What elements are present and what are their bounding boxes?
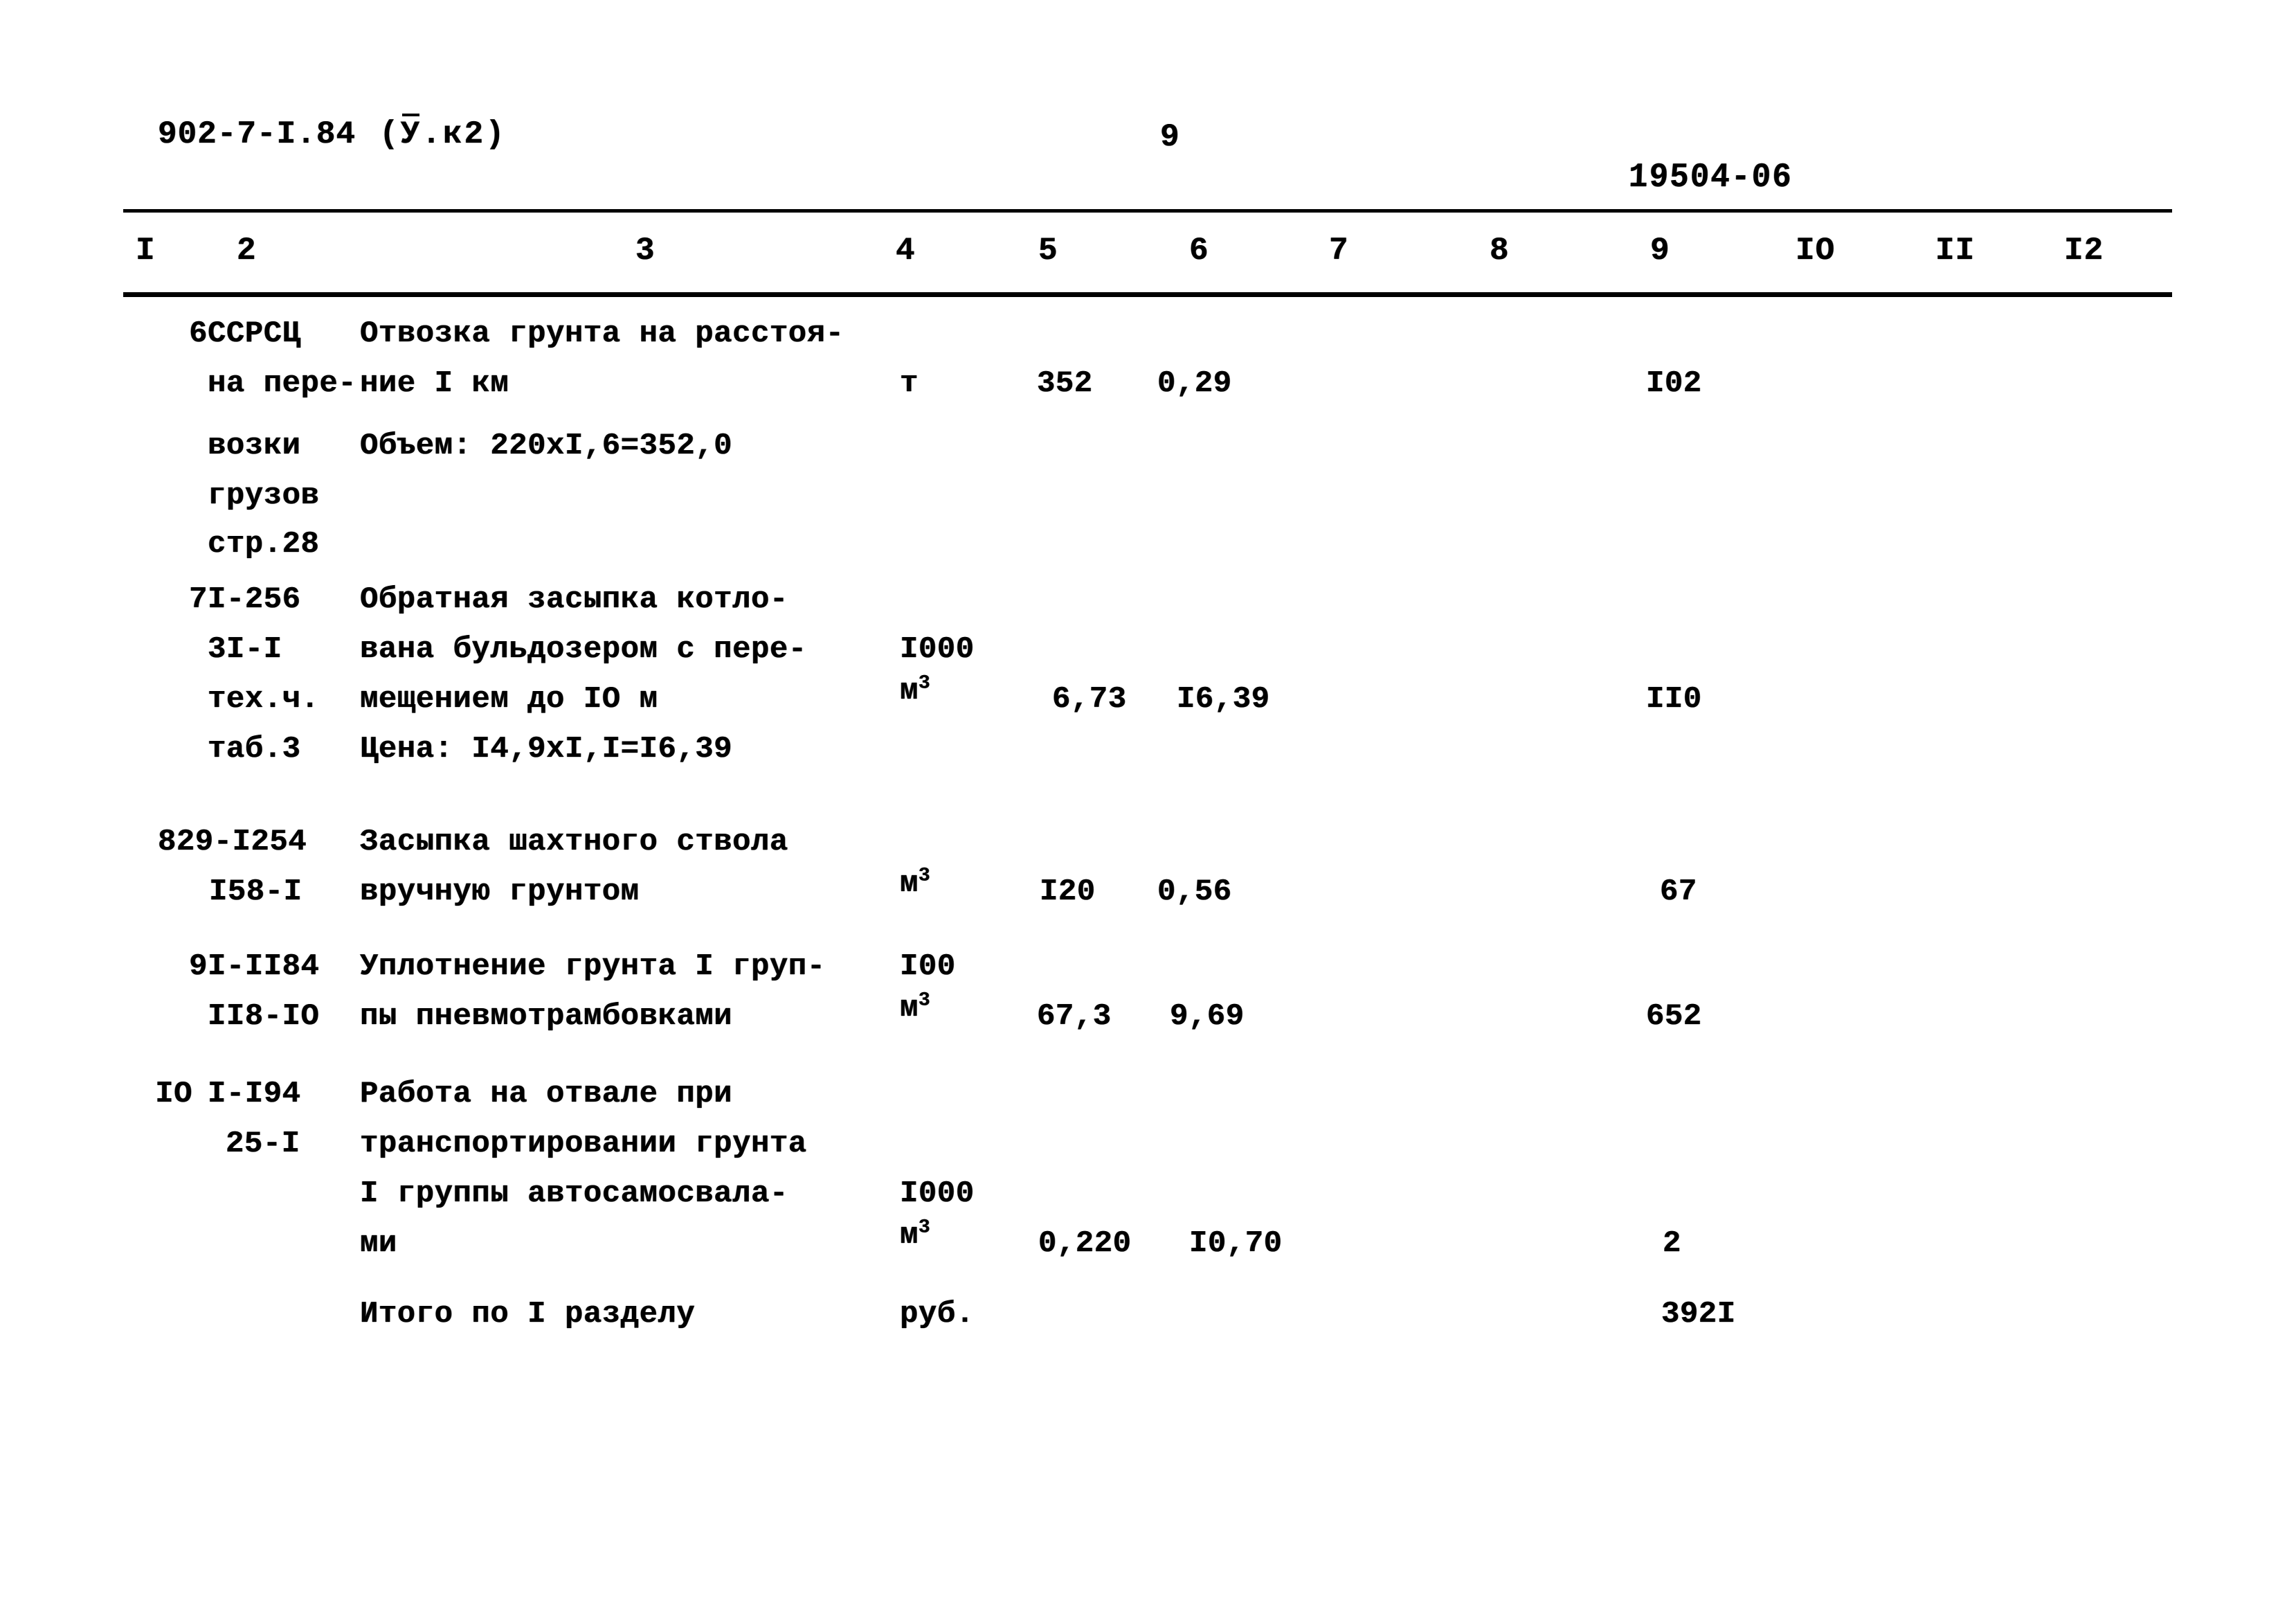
row-position: 9 <box>189 949 208 984</box>
page-number: 9 <box>1160 119 1179 155</box>
column-header-1: I <box>136 233 156 269</box>
row-description-line: I группы автосамосвала- <box>360 1176 788 1211</box>
row-unit-price: 9,69 <box>1170 999 1245 1034</box>
document-code-text: 902-7-I.84 <box>158 116 356 152</box>
column-header-11: II <box>1935 233 1976 269</box>
table-row: 9 <box>132 942 208 992</box>
column-header-5: 5 <box>1038 233 1058 269</box>
row-unit-price: 0,29 <box>1157 366 1232 401</box>
column-header-2: 2 <box>237 233 257 269</box>
table-top-rule <box>123 209 2172 213</box>
row-description-line: Засыпка шахтного ствола <box>360 825 788 859</box>
row-quantity: 67,3 <box>1037 999 1112 1034</box>
row-total-cost: 67 <box>1660 875 1697 909</box>
row-code-line: тех.ч. <box>208 682 320 717</box>
column-header-7: 7 <box>1329 233 1349 269</box>
row-total-cost: II0 <box>1646 682 1702 717</box>
cubic-exponent: 3 <box>918 865 931 887</box>
row-unit-price: 0,56 <box>1157 875 1232 909</box>
section-total-label: Итого по I разделу <box>360 1297 696 1331</box>
row-quantity: 0,220 <box>1038 1226 1132 1261</box>
row-code-line: II8-IO <box>208 999 320 1034</box>
row-description-line: транспортировании грунта <box>360 1127 807 1161</box>
row-code-line: 829-I254 <box>158 825 307 859</box>
column-header-9: 9 <box>1650 233 1670 269</box>
row-code-line: таб.3 <box>208 732 301 766</box>
row-code-line: I-I94 <box>208 1077 301 1111</box>
row-description-line: вручную грунтом <box>360 875 640 909</box>
row-unit-measure: м3 <box>900 865 931 901</box>
row-unit-price: I6,39 <box>1177 682 1270 717</box>
row-code-line: 3I-I <box>208 632 282 667</box>
row-quantity: 6,73 <box>1052 682 1127 717</box>
row-total-cost: 2 <box>1663 1226 1681 1261</box>
row-quantity: 352 <box>1037 366 1093 401</box>
cubic-exponent: 3 <box>918 1217 931 1239</box>
row-unit-measure: м3 <box>900 672 931 708</box>
variant-rest: .к2) <box>422 116 507 152</box>
row-code-line: стр.28 <box>208 527 320 562</box>
row-position: 6 <box>189 316 208 351</box>
table-row: 7 <box>132 575 208 625</box>
row-code-line: грузов <box>208 478 320 513</box>
row-code-line: на пере- <box>208 366 357 401</box>
cubic-exponent: 3 <box>918 672 931 694</box>
column-header-10: IO <box>1796 233 1836 269</box>
column-header-4: 4 <box>896 233 916 269</box>
row-code-line: I-256 <box>208 582 301 617</box>
row-description-line: мещением до IO м <box>360 682 658 717</box>
row-description-line: Работа на отвале при <box>360 1077 733 1111</box>
column-header-3: 3 <box>635 233 656 269</box>
row-description-line: Отвозка грунта на расстоя- <box>360 316 844 351</box>
row-description-line: Обратная засыпка котло- <box>360 582 788 617</box>
row-total-cost: I02 <box>1646 366 1702 401</box>
table-header-rule <box>123 292 2172 297</box>
section-total-cost: 392I <box>1661 1297 1736 1331</box>
column-header-8: 8 <box>1490 233 1510 269</box>
row-description-line: Цена: I4,9xI,I=I6,39 <box>360 732 733 766</box>
row-total-cost: 652 <box>1646 999 1702 1034</box>
row-code-line: возки <box>208 429 301 463</box>
row-unit: т <box>900 366 919 401</box>
variant-letter: У <box>400 114 422 152</box>
cubic-exponent: 3 <box>918 989 931 1012</box>
archive-stamp-number: 19504-06 <box>1628 157 1793 197</box>
row-description-line: пы пневмотрамбовками <box>360 999 733 1034</box>
column-header-12: I2 <box>2064 233 2104 269</box>
table-row: IO <box>116 1069 192 1119</box>
row-description-line: Уплотнение грунта I груп- <box>360 949 826 984</box>
document-page: 902-7-I.84 (У.к2) 9 19504-06 I 2 3 4 5 6 … <box>0 0 2296 1605</box>
row-code-line: I-II84 <box>208 949 320 984</box>
row-unit-measure: м3 <box>900 989 931 1025</box>
row-position: 7 <box>189 582 208 617</box>
document-variant: (У.к2) <box>379 114 507 152</box>
row-description-line: Объем: 220xI,6=352,0 <box>360 429 733 463</box>
variant-open-paren: ( <box>379 116 401 152</box>
section-total-unit: руб. <box>900 1297 975 1331</box>
column-header-6: 6 <box>1189 233 1209 269</box>
row-unit-measure: м3 <box>900 1217 931 1253</box>
table-row: 6 <box>132 309 208 359</box>
row-description-line: вана бульдозером с пере- <box>360 632 807 667</box>
row-description-line: ние I км <box>360 366 509 401</box>
row-code-line: I58-I <box>209 875 302 909</box>
row-description-line: ми <box>360 1226 397 1261</box>
row-code-line: ССРСЦ <box>208 316 301 351</box>
row-position: IO <box>155 1077 192 1111</box>
row-unit-price: I0,70 <box>1189 1226 1283 1261</box>
document-code: 902-7-I.84 (У.к2) <box>158 114 507 152</box>
row-quantity: I20 <box>1040 875 1096 909</box>
